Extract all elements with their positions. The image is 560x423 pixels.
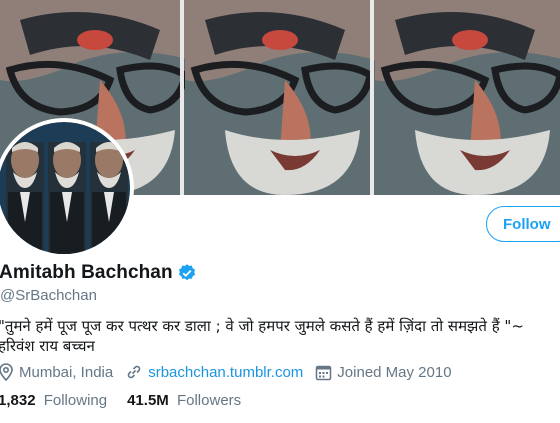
profile-meta: Mumbai, India srbachchan.tumblr.com Join… [0,363,464,381]
followers-label: Followers [176,392,242,409]
website-link[interactable]: srbachchan.tumblr.com [148,364,303,381]
following-label: Following [43,392,108,409]
profile-name: Amitabh Bachchan [0,262,173,283]
profile-stats: 1,832 Following 41.5M Followers [0,392,261,409]
avatar-image [0,122,130,254]
avatar[interactable] [0,118,134,258]
link-icon [127,365,141,379]
location-pin-icon [0,363,13,381]
location-item: Mumbai, India [0,363,113,381]
website-item[interactable]: srbachchan.tumblr.com [125,363,303,381]
bio-line: "तुमने हमें पूज पूज कर पत्थर कर डाला ; व… [0,317,524,335]
following-count: 1,832 [0,392,36,409]
verified-badge-icon [178,264,195,281]
location-text: Mumbai, India [19,363,114,381]
follow-button[interactable]: Follow [486,206,560,242]
joined-item: Joined May 2010 [315,363,452,381]
followers-count: 41.5M [127,392,169,409]
bio-line: हरिवंश राय बच्चन [0,337,95,355]
profile-name-row: Amitabh Bachchan [0,262,197,284]
calendar-icon [316,365,332,380]
joined-text: Joined May 2010 [337,363,452,381]
followers-stat[interactable]: 41.5M Followers [127,392,241,409]
following-stat[interactable]: 1,832 Following [0,392,107,409]
profile-bio: "तुमने हमें पूज पूज कर पत्थर कर डाला ; व… [0,316,560,356]
profile-handle: @SrBachchan [0,287,97,304]
